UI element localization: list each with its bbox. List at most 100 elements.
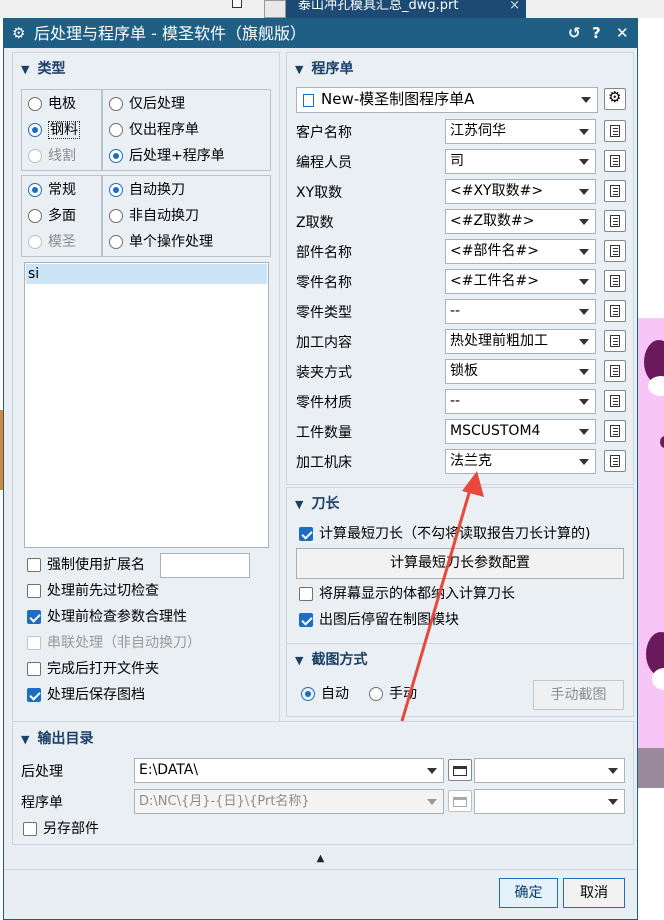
- post-dir-select[interactable]: E:\DATA\: [134, 758, 444, 783]
- cancel-button[interactable]: 取消: [563, 878, 625, 908]
- radio-circle: [28, 235, 42, 249]
- field-label: XY取数: [296, 185, 343, 201]
- tool-length-header[interactable]: ▼ 刀长: [295, 493, 339, 513]
- field-list-button[interactable]: [604, 300, 626, 322]
- param-check-checkbox[interactable]: 处理前检查参数合理性: [27, 607, 187, 627]
- model-area: [638, 18, 664, 318]
- checkbox-label: 处理前检查参数合理性: [47, 609, 187, 625]
- model-area-bottom: [638, 788, 664, 920]
- post-dir-extra-select[interactable]: [474, 758, 625, 783]
- list-icon: [610, 425, 620, 437]
- radio-mosheng[interactable]: 模圣: [28, 232, 76, 252]
- field-select[interactable]: 司: [445, 149, 596, 174]
- field-select[interactable]: --: [445, 299, 596, 324]
- radio-label: 常规: [48, 182, 76, 198]
- radio-screenshot-auto[interactable]: 自动: [301, 684, 349, 704]
- checkbox-label: 串联处理（非自动换刀）: [47, 635, 201, 651]
- field-select[interactable]: <#部件名#>: [445, 239, 596, 264]
- program-sheet-header[interactable]: ▼ 程序单: [295, 58, 353, 78]
- reset-icon[interactable]: ↺: [568, 19, 581, 48]
- field-select[interactable]: --: [445, 389, 596, 414]
- field-select[interactable]: MSCUSTOM4: [445, 419, 596, 444]
- chevron-down-icon: [579, 189, 589, 195]
- radio-post-and-sheet[interactable]: 后处理+程序单: [109, 146, 225, 166]
- field-list-button[interactable]: [604, 180, 626, 202]
- screenshot-header[interactable]: ▼ 截图方式: [295, 649, 367, 669]
- open-folder-checkbox[interactable]: 完成后打开文件夹: [27, 659, 159, 679]
- ok-button[interactable]: 确定: [499, 878, 558, 908]
- field-select[interactable]: 热处理前粗加工: [445, 329, 596, 354]
- collapse-toggle-icon[interactable]: ▲: [4, 853, 637, 867]
- field-value: 司: [450, 153, 464, 169]
- template-select[interactable]: New-模圣制图程序单A: [296, 87, 598, 113]
- field-select[interactable]: <#Z取数#>: [445, 209, 596, 234]
- field-list-button[interactable]: [604, 360, 626, 382]
- field-list-button[interactable]: [604, 120, 626, 142]
- sheet-dir-browse-button[interactable]: [448, 790, 472, 812]
- manual-screenshot-button[interactable]: 手动截图: [533, 680, 624, 710]
- field-list-button[interactable]: [604, 330, 626, 352]
- field-list-button[interactable]: [604, 390, 626, 412]
- collapse-arrow-icon: ▼: [21, 733, 30, 746]
- save-drawing-checkbox[interactable]: 处理后保存图档: [27, 685, 145, 705]
- radio-auto-tool-change[interactable]: 自动换刀: [109, 180, 185, 200]
- radio-circle: [301, 687, 315, 701]
- field-select[interactable]: <#工件名#>: [445, 269, 596, 294]
- radio-circle: [28, 149, 42, 163]
- annotation-arrow-shaft: [400, 482, 474, 722]
- field-value: <#部件名#>: [450, 243, 539, 259]
- save-part-checkbox[interactable]: 另存部件: [23, 819, 99, 839]
- field-list-button[interactable]: [604, 240, 626, 262]
- radio-sheet-only[interactable]: 仅出程序单: [109, 120, 199, 140]
- radio-multi-face[interactable]: 多面: [28, 206, 76, 226]
- type-section-title: 类型: [37, 61, 66, 77]
- list-icon: [610, 305, 620, 317]
- field-select[interactable]: 江苏伺华: [445, 119, 596, 144]
- radio-manual-tool-change[interactable]: 非自动换刀: [109, 206, 199, 226]
- list-item[interactable]: si: [26, 264, 267, 284]
- list-icon: [610, 275, 620, 287]
- type-section-header[interactable]: ▼ 类型: [21, 58, 65, 78]
- template-settings-button[interactable]: ⚙: [604, 88, 626, 110]
- field-list-button[interactable]: [604, 150, 626, 172]
- list-icon: [610, 155, 620, 167]
- checkbox-box: [27, 636, 41, 650]
- help-icon[interactable]: ?: [592, 19, 601, 48]
- tab-close-icon[interactable]: ×: [509, 0, 520, 12]
- field-label: 加工机床: [296, 455, 352, 471]
- field-list-button[interactable]: [604, 450, 626, 472]
- field-list-button[interactable]: [604, 270, 626, 292]
- radio-steel[interactable]: 钢料: [28, 120, 80, 140]
- field-list-button[interactable]: [604, 420, 626, 442]
- list-icon: [610, 125, 620, 137]
- force-extension-checkbox[interactable]: 强制使用扩展名: [27, 555, 145, 575]
- overcut-check-checkbox[interactable]: 处理前先过切检查: [27, 581, 159, 601]
- background-document-tab[interactable]: 泰山冲孔模具汇总_dwg.prt ×: [268, 0, 526, 18]
- radio-normal[interactable]: 常规: [28, 180, 76, 200]
- radio-circle: [369, 687, 383, 701]
- template-select-value: New-模圣制图程序单A: [321, 90, 475, 108]
- checkbox-box: [299, 527, 313, 541]
- field-label: 零件材质: [296, 395, 352, 411]
- close-icon[interactable]: ✕: [616, 19, 629, 48]
- sheet-dir-extra-select[interactable]: [474, 789, 625, 814]
- field-list-button[interactable]: [604, 210, 626, 232]
- radio-circle: [109, 235, 123, 249]
- post-dir-browse-button[interactable]: [448, 759, 472, 781]
- radio-wire-cut[interactable]: 线割: [28, 146, 76, 166]
- output-directory-header[interactable]: ▼ 输出目录: [21, 728, 93, 748]
- field-value: 江苏伺华: [450, 123, 506, 139]
- radio-single-operation[interactable]: 单个操作处理: [109, 232, 213, 252]
- radio-circle: [109, 209, 123, 223]
- annotation-arrow: [400, 471, 484, 722]
- extension-input[interactable]: [160, 553, 250, 578]
- post-list[interactable]: si: [24, 262, 269, 548]
- serial-process-checkbox[interactable]: 串联处理（非自动换刀）: [27, 633, 201, 653]
- sheet-dir-select[interactable]: D:\NC\{月}-{日}\{Prt名称}: [134, 789, 444, 814]
- radio-post-only[interactable]: 仅后处理: [109, 94, 185, 114]
- window-icon: [232, 0, 242, 8]
- radio-electrode[interactable]: 电极: [28, 94, 76, 114]
- field-select[interactable]: <#XY取数#>: [445, 179, 596, 204]
- list-icon: [610, 455, 620, 467]
- field-select[interactable]: 锁板: [445, 359, 596, 384]
